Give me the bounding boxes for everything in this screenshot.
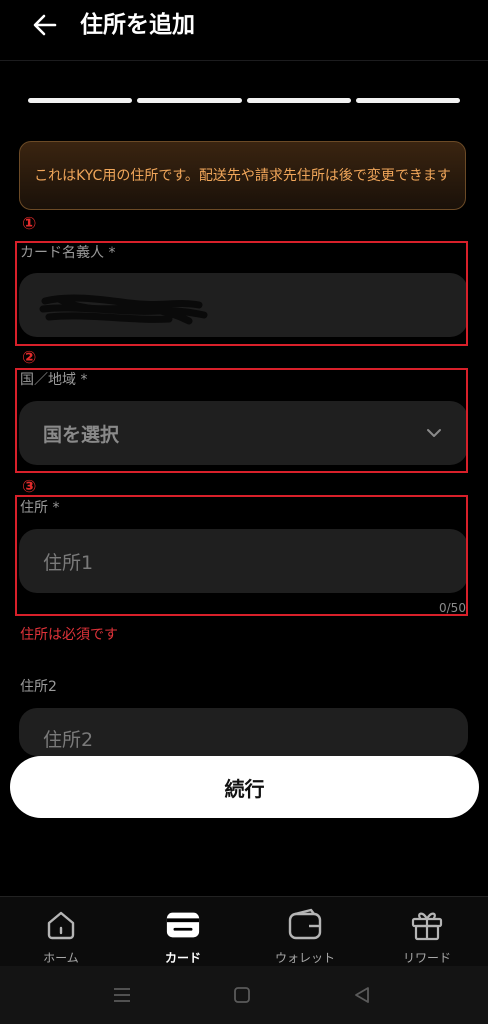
annotation-marker-1: ①: [22, 214, 37, 234]
progress-step: [246, 98, 351, 103]
progress-step: [28, 98, 133, 103]
system-navigation-bar: [0, 966, 488, 1024]
tab-label: ホーム: [43, 951, 79, 965]
address1-char-counter: 0/50: [439, 601, 466, 615]
tab-label: ウォレット: [274, 951, 335, 965]
annotation-marker-2: ②: [22, 348, 37, 368]
progress-step: [355, 98, 460, 103]
page-title: 住所を追加: [80, 12, 195, 38]
gift-icon: [411, 912, 443, 941]
annotation-marker-3: ③: [22, 477, 37, 497]
back-button[interactable]: [28, 8, 62, 42]
notice-text: これはKYC用の住所です。配送先や請求先住所は後で変更できます: [34, 167, 451, 184]
address1-error: 住所は必須です: [20, 627, 118, 643]
tab-wallet[interactable]: ウォレット: [255, 897, 355, 967]
home-nav-button[interactable]: [230, 984, 254, 1006]
kyc-notice-banner: これはKYC用の住所です。配送先や請求先住所は後で変更できます: [19, 141, 466, 210]
tab-label: カード: [164, 951, 201, 965]
tab-home[interactable]: ホーム: [11, 897, 111, 967]
square-icon: [234, 987, 250, 1003]
bottom-tab-bar: ホーム カード ウォレット リワード: [0, 896, 488, 966]
address2-placeholder: 住所2: [43, 729, 94, 751]
triangle-back-icon: [355, 987, 369, 1003]
recents-button[interactable]: [110, 984, 134, 1006]
annotation-box-3: [15, 495, 468, 616]
app-header: 住所を追加: [0, 0, 488, 56]
card-icon: [166, 912, 200, 938]
annotation-box-1: [15, 241, 468, 346]
annotation-box-2: [15, 368, 468, 473]
progress-step: [137, 98, 242, 103]
tab-label: リワード: [402, 951, 451, 965]
home-icon: [47, 911, 75, 940]
tab-card[interactable]: カード: [133, 897, 233, 967]
menu-lines-icon: [114, 988, 130, 1002]
continue-button[interactable]: 続行: [10, 756, 479, 818]
wallet-icon: [288, 908, 322, 940]
address2-input[interactable]: 住所2: [19, 708, 468, 756]
step-progress: [28, 98, 460, 104]
back-nav-button[interactable]: [350, 984, 374, 1006]
arrow-left-icon: [33, 14, 57, 36]
address2-label: 住所2: [20, 679, 57, 695]
tab-rewards[interactable]: リワード: [377, 897, 477, 967]
header-divider: [0, 60, 488, 61]
